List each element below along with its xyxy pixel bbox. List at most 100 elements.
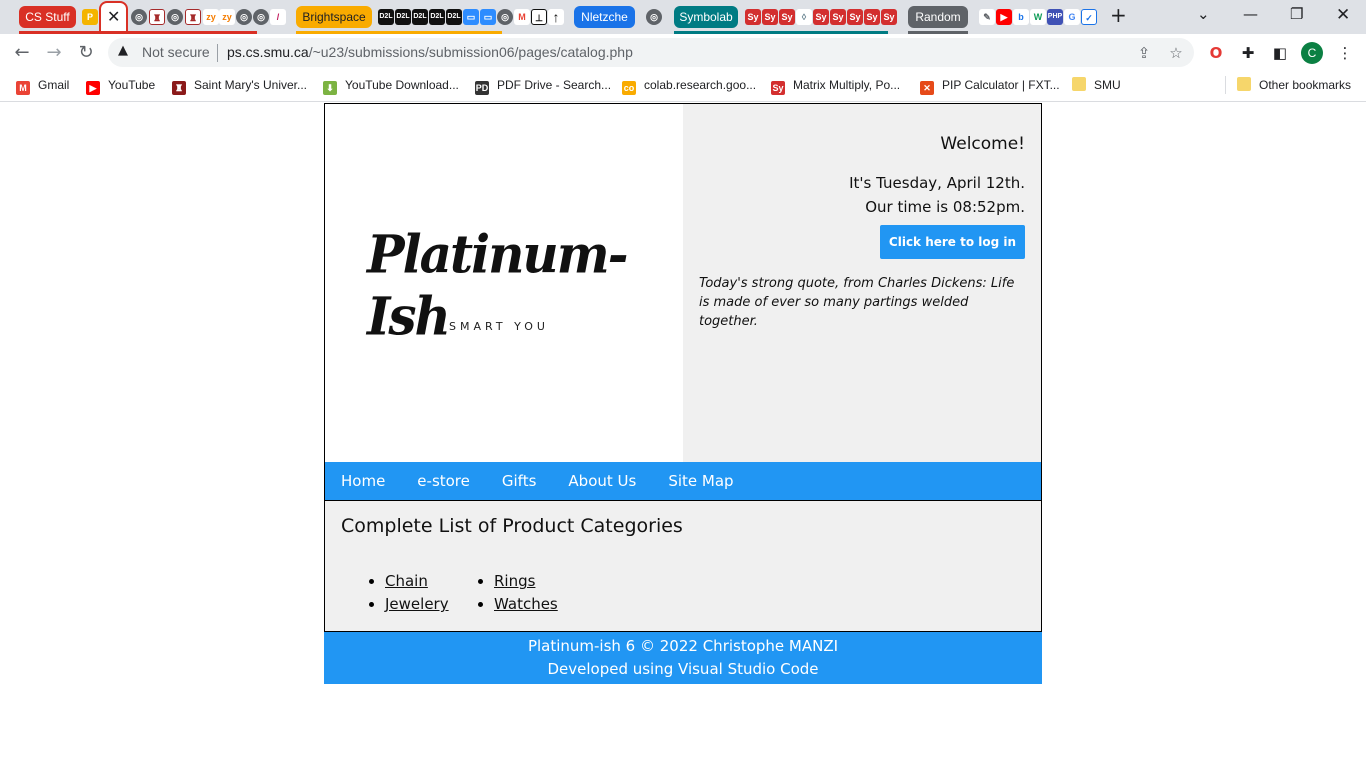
menu-kebab-icon[interactable]: ⋮ xyxy=(1335,43,1355,63)
leaf-icon[interactable]: ◊ xyxy=(796,9,812,25)
bookmark-item[interactable]: ✕ PIP Calculator | FXT... xyxy=(920,77,1060,95)
login-button[interactable]: Click here to log in xyxy=(880,225,1025,259)
symbolab-icon[interactable]: Sy xyxy=(847,9,863,25)
bookmark-label: colab.research.goo... xyxy=(644,78,757,92)
time-line: Our time is 08:52pm. xyxy=(865,198,1025,216)
date-line: It's Tuesday, April 12th. xyxy=(849,174,1025,192)
minimize-icon[interactable]: — xyxy=(1243,5,1258,23)
zoom-icon[interactable]: ▭ xyxy=(480,9,496,25)
category-link-chain[interactable]: Chain xyxy=(385,572,428,590)
tab-favicon-icon[interactable]: P xyxy=(82,9,98,25)
youtube-icon[interactable]: ▶ xyxy=(996,9,1012,25)
security-label[interactable]: Not secure xyxy=(142,44,210,60)
bookmark-star-icon[interactable]: ☆ xyxy=(1166,43,1186,63)
restore-icon[interactable]: ❐ xyxy=(1290,5,1303,23)
bookmark-item[interactable]: ⬇ YouTube Download... xyxy=(323,77,459,95)
date-time-text: It's Tuesday, April 12th. Our time is 08… xyxy=(849,171,1025,219)
d2l-icon[interactable]: D2L xyxy=(446,9,462,25)
list-item: Jewelery xyxy=(385,593,449,616)
w-icon[interactable]: W xyxy=(1030,9,1046,25)
tab-group-nietzsche[interactable]: Nletzche xyxy=(574,6,635,28)
profile-avatar[interactable]: C xyxy=(1301,42,1323,64)
bookmark-label: PDF Drive - Search... xyxy=(497,78,612,92)
d2l-icon[interactable]: D2L xyxy=(378,9,394,25)
symbolab-icon[interactable]: Sy xyxy=(830,9,846,25)
pen-icon[interactable]: ✎ xyxy=(979,9,995,25)
main-nav: Home e-store Gifts About Us Site Map xyxy=(324,462,1042,501)
zybooks-icon[interactable]: zy xyxy=(203,9,219,25)
globe-icon[interactable]: ◎ xyxy=(131,9,147,25)
symbolab-icon[interactable]: Sy xyxy=(779,9,795,25)
side-panel-icon[interactable]: ◧ xyxy=(1270,43,1290,63)
symbolab-icon[interactable]: Sy xyxy=(745,9,761,25)
tab-group-brightspace[interactable]: Brightspace xyxy=(296,6,372,28)
close-tab-icon[interactable]: ✕ xyxy=(107,7,120,26)
feather-icon[interactable]: / xyxy=(270,9,286,25)
gmail-icon[interactable]: M xyxy=(514,9,530,25)
category-link-jewelery[interactable]: Jewelery xyxy=(385,595,449,613)
gmail-icon: M xyxy=(16,81,30,95)
zoom-icon[interactable]: ▭ xyxy=(463,9,479,25)
forward-icon[interactable]: → xyxy=(42,41,66,65)
bookmark-item[interactable]: ♜ Saint Mary's Univer... xyxy=(172,77,307,95)
arrow-up-icon[interactable]: ↑ xyxy=(548,9,564,25)
zybooks-icon[interactable]: zy xyxy=(219,9,235,25)
category-link-watches[interactable]: Watches xyxy=(494,595,558,613)
opera-icon[interactable]: O xyxy=(1206,43,1226,63)
list-item: Rings xyxy=(494,570,558,593)
smu-crest-icon[interactable]: ♜ xyxy=(149,9,165,25)
checkbox-icon[interactable]: ✓ xyxy=(1081,9,1097,25)
category-link-rings[interactable]: Rings xyxy=(494,572,535,590)
back-icon[interactable]: ← xyxy=(10,41,34,65)
bookmark-item[interactable]: M Gmail xyxy=(16,77,70,95)
document-icon[interactable]: ⊥ xyxy=(531,9,547,25)
bookmark-item[interactable]: Sy Matrix Multiply, Po... xyxy=(771,77,900,95)
nav-home[interactable]: Home xyxy=(325,462,401,500)
symbolab-icon[interactable]: Sy xyxy=(762,9,778,25)
d2l-icon[interactable]: D2L xyxy=(412,9,428,25)
d2l-icon[interactable]: D2L xyxy=(395,9,411,25)
symbolab-icon[interactable]: Sy xyxy=(881,9,897,25)
bing-icon[interactable]: b xyxy=(1013,9,1029,25)
nav-e-store[interactable]: e-store xyxy=(401,462,486,500)
active-tab[interactable]: ✕ xyxy=(99,1,128,34)
globe-icon[interactable]: ◎ xyxy=(253,9,269,25)
globe-icon[interactable]: ◎ xyxy=(236,9,252,25)
pdf-drive-icon: PD xyxy=(475,81,489,95)
tab-group-cs-stuff[interactable]: CS Stuff xyxy=(19,6,76,28)
symbolab-icon[interactable]: Sy xyxy=(813,9,829,25)
tab-group-symbolab[interactable]: Symbolab xyxy=(674,6,738,28)
share-icon[interactable]: ⇪ xyxy=(1134,43,1154,63)
address-divider xyxy=(217,44,218,62)
extensions-icon[interactable]: ✚ xyxy=(1238,43,1258,63)
warning-icon[interactable]: ▲ xyxy=(118,43,128,58)
bookmark-item[interactable]: PD PDF Drive - Search... xyxy=(475,77,612,95)
bookmark-item[interactable]: ▶ YouTube xyxy=(86,77,155,95)
nav-about-us[interactable]: About Us xyxy=(552,462,652,500)
globe-icon[interactable]: ◎ xyxy=(646,9,662,25)
tab-search-chevron-icon[interactable]: ⌄ xyxy=(1197,5,1210,23)
d2l-icon[interactable]: D2L xyxy=(429,9,445,25)
bookmark-label: PIP Calculator | FXT... xyxy=(942,78,1060,92)
tab-group-random[interactable]: Random xyxy=(908,6,968,28)
bookmark-item[interactable]: co colab.research.goo... xyxy=(622,77,757,95)
download-arrow-icon: ⬇ xyxy=(323,81,337,95)
reload-icon[interactable]: ↻ xyxy=(74,41,98,65)
bookmarks-divider xyxy=(1225,76,1226,94)
other-bookmarks-label: Other bookmarks xyxy=(1259,78,1352,92)
other-bookmarks[interactable]: Other bookmarks xyxy=(1237,77,1351,93)
bookmark-label: Gmail xyxy=(38,78,70,92)
nav-site-map[interactable]: Site Map xyxy=(652,462,749,500)
symbolab-icon[interactable]: Sy xyxy=(864,9,880,25)
bookmark-item[interactable]: SMU xyxy=(1072,77,1121,93)
window-close-icon[interactable]: ✕ xyxy=(1336,5,1350,25)
globe-icon[interactable]: ◎ xyxy=(167,9,183,25)
smu-crest-icon[interactable]: ♜ xyxy=(185,9,201,25)
google-icon[interactable]: G xyxy=(1064,9,1080,25)
url-text[interactable]: ps.cs.smu.ca/~u23/submissions/submission… xyxy=(227,44,633,60)
new-tab-icon[interactable]: + xyxy=(1110,3,1127,27)
globe-icon[interactable]: ◎ xyxy=(497,9,513,25)
nav-gifts[interactable]: Gifts xyxy=(486,462,553,500)
folder-icon xyxy=(1072,77,1086,91)
php-icon[interactable]: PHP xyxy=(1047,9,1063,25)
